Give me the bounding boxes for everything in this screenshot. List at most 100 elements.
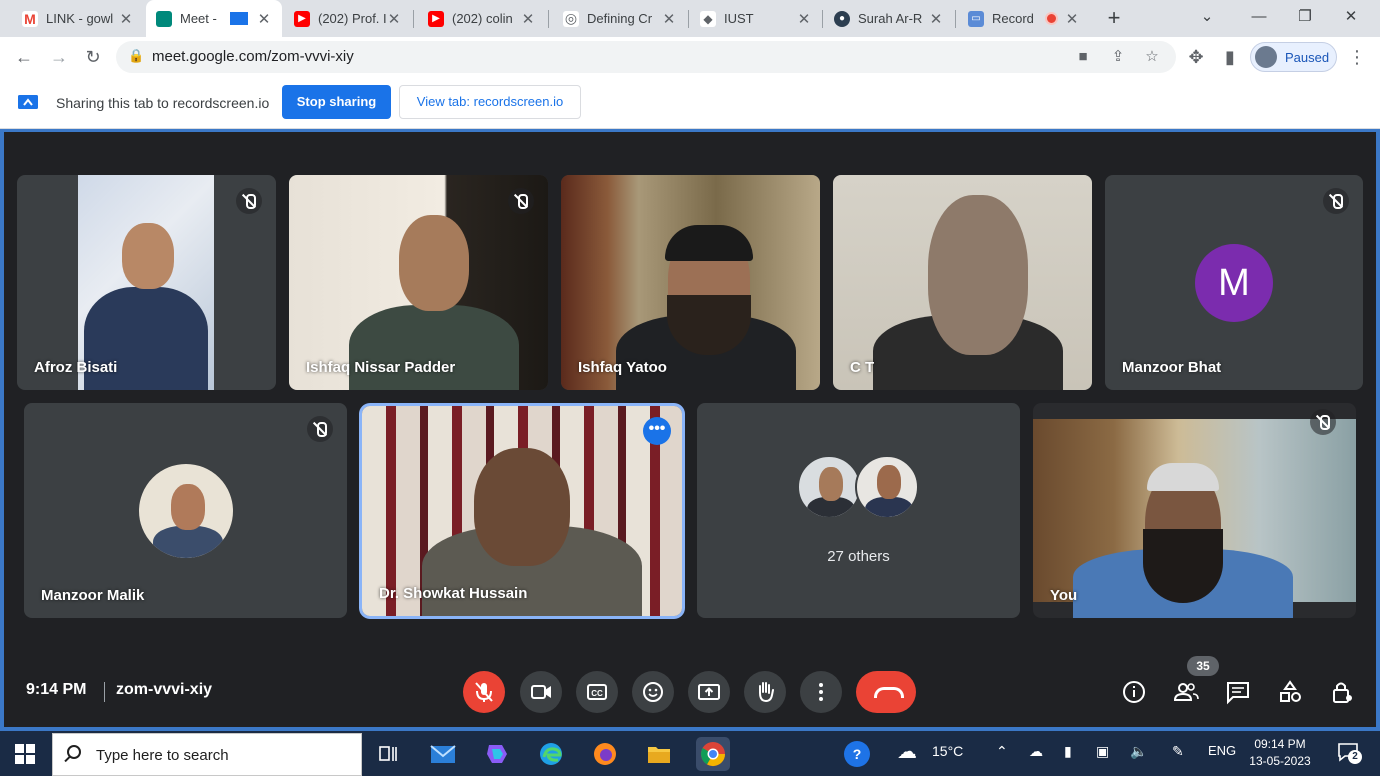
chrome-app[interactable] — [696, 737, 730, 771]
info-icon — [1123, 681, 1145, 703]
others-tile[interactable]: 27 others — [697, 403, 1020, 618]
copilot-app[interactable] — [480, 737, 514, 771]
reactions-button[interactable] — [632, 671, 674, 713]
task-view-button[interactable] — [371, 737, 405, 771]
lock-icon[interactable]: 🔒 — [128, 48, 146, 66]
raise-hand-button[interactable] — [744, 671, 786, 713]
sharing-message: Sharing this tab to recordscreen.io — [56, 95, 270, 111]
participant-tile[interactable]: Afroz Bisati — [17, 175, 276, 390]
tab-meet[interactable]: Meet - ✕ — [146, 0, 282, 37]
view-tab-button[interactable]: View tab: recordscreen.io — [399, 85, 581, 119]
people-button[interactable] — [1171, 677, 1201, 707]
participant-tile[interactable]: Ishfaq Yatoo — [561, 175, 820, 390]
weather-icon[interactable]: ☁ — [897, 739, 917, 764]
participant-name: Ishfaq Yatoo — [578, 359, 667, 376]
captions-button[interactable]: CC — [576, 671, 618, 713]
restore-button[interactable]: ❐ — [1282, 0, 1328, 33]
cap — [1147, 463, 1219, 491]
minimize-button[interactable]: — — [1236, 0, 1282, 33]
activities-button[interactable] — [1275, 677, 1305, 707]
participant-tile[interactable]: Ishfaq Nissar Padder — [289, 175, 548, 390]
avatar — [137, 462, 235, 560]
close-tab-icon[interactable]: ✕ — [928, 10, 944, 28]
notification-count: 2 — [1348, 750, 1362, 764]
microphone-icon[interactable]: ▮ — [1064, 743, 1072, 760]
taskbar-search[interactable]: Type here to search — [52, 733, 362, 776]
reload-icon[interactable]: ↻ — [79, 43, 107, 71]
more-options-button[interactable]: ••• — [643, 417, 671, 445]
edge-icon — [540, 743, 562, 765]
mail-app[interactable] — [426, 737, 460, 771]
avatar — [797, 455, 861, 519]
close-window-button[interactable]: ✕ — [1328, 0, 1374, 33]
present-now-button[interactable] — [688, 671, 730, 713]
onedrive-icon[interactable]: ☁ — [1029, 743, 1043, 760]
more-options-button[interactable] — [800, 671, 842, 713]
file-explorer-app[interactable] — [642, 737, 676, 771]
close-tab-icon[interactable]: ✕ — [386, 10, 402, 28]
svg-text:CC: CC — [591, 689, 603, 698]
back-icon[interactable]: ← — [10, 43, 38, 71]
volume-icon[interactable]: 🔈 — [1130, 743, 1147, 760]
profile-button[interactable]: Paused — [1250, 42, 1337, 72]
show-hidden-icons[interactable]: ⌃ — [996, 743, 1008, 760]
menu-icon[interactable]: ⋮ — [1343, 43, 1371, 71]
participant-name: Ishfaq Nissar Padder — [306, 359, 456, 376]
participant-tile[interactable]: M Manzoor Bhat — [1105, 175, 1363, 390]
forward-icon[interactable]: → — [45, 43, 73, 71]
divider — [104, 682, 105, 702]
participant-tile[interactable]: C T — [833, 175, 1092, 390]
participant-tile-active-speaker[interactable]: ••• Dr. Showkat Hussain — [362, 406, 682, 616]
screen-share-icon — [18, 95, 38, 109]
leave-call-button[interactable] — [856, 671, 916, 713]
close-tab-icon[interactable]: ✕ — [661, 10, 677, 28]
tab-search-icon[interactable]: ⌄ — [1184, 0, 1230, 33]
stop-sharing-button[interactable]: Stop sharing — [282, 85, 391, 119]
network-icon[interactable]: ▣ — [1096, 743, 1109, 760]
tab-youtube-2[interactable]: ▶ (202) colin ✕ — [418, 0, 546, 37]
help-icon[interactable]: ? — [844, 741, 870, 767]
search-placeholder: Type here to search — [96, 747, 229, 764]
tab-youtube-1[interactable]: ▶ (202) Prof. I ✕ — [284, 0, 412, 37]
notifications-button[interactable]: 2 — [1336, 740, 1362, 764]
close-tab-icon[interactable]: ✕ — [520, 10, 536, 28]
meet-icon — [156, 10, 172, 27]
tab-record[interactable]: ▭ Record ✕ — [958, 0, 1090, 37]
close-tab-icon[interactable]: ✕ — [796, 10, 812, 28]
muted-mic-icon — [508, 188, 534, 214]
mic-off-button[interactable] — [463, 671, 505, 713]
pen-icon[interactable]: ✎ — [1172, 743, 1184, 760]
host-controls-button[interactable] — [1327, 677, 1357, 707]
participant-tile[interactable]: Manzoor Malik — [24, 403, 347, 618]
meeting-details-button[interactable] — [1119, 677, 1149, 707]
chat-button[interactable] — [1223, 677, 1253, 707]
tab-surah[interactable]: ● Surah Ar-R ✕ — [824, 0, 954, 37]
new-tab-button[interactable]: + — [1100, 4, 1128, 32]
url-text[interactable]: meet.google.com/zom-vvvi-xiy — [152, 48, 354, 65]
tab-iust[interactable]: ◆ IUST ✕ — [690, 0, 822, 37]
camera-button[interactable] — [520, 671, 562, 713]
extensions-icon[interactable]: ✥ — [1182, 43, 1210, 71]
avatar: M — [1195, 244, 1273, 322]
share-icon[interactable]: ⇪ — [1107, 46, 1129, 68]
camera-in-use-icon[interactable]: ■ — [1072, 46, 1094, 68]
firefox-app[interactable] — [588, 737, 622, 771]
self-tile[interactable]: You — [1033, 403, 1356, 618]
input-language[interactable]: ENG — [1208, 743, 1236, 758]
sharing-infobar: Sharing this tab to recordscreen.io Stop… — [0, 77, 1380, 129]
system-clock[interactable]: 09:14 PM 13-05-2023 — [1244, 736, 1316, 770]
tab-defining[interactable]: ◎ Defining Cr ✕ — [553, 0, 687, 37]
close-tab-icon[interactable]: ✕ — [118, 10, 134, 28]
close-tab-icon[interactable]: ✕ — [1064, 10, 1080, 28]
start-button[interactable] — [15, 744, 35, 764]
weather-temp[interactable]: 15°C — [932, 743, 963, 759]
close-tab-icon[interactable]: ✕ — [256, 10, 272, 28]
participant-name: You — [1050, 587, 1078, 604]
bookmark-star-icon[interactable]: ☆ — [1141, 46, 1163, 68]
tab-link[interactable]: M LINK - gowl ✕ — [12, 0, 144, 37]
edge-app[interactable] — [534, 737, 568, 771]
hand-icon — [759, 682, 774, 703]
address-bar[interactable]: 🔒 meet.google.com/zom-vvvi-xiy ■ ⇪ ☆ — [116, 41, 1176, 73]
shapes-icon — [1280, 680, 1301, 702]
side-panel-icon[interactable]: ▮ — [1216, 43, 1244, 71]
